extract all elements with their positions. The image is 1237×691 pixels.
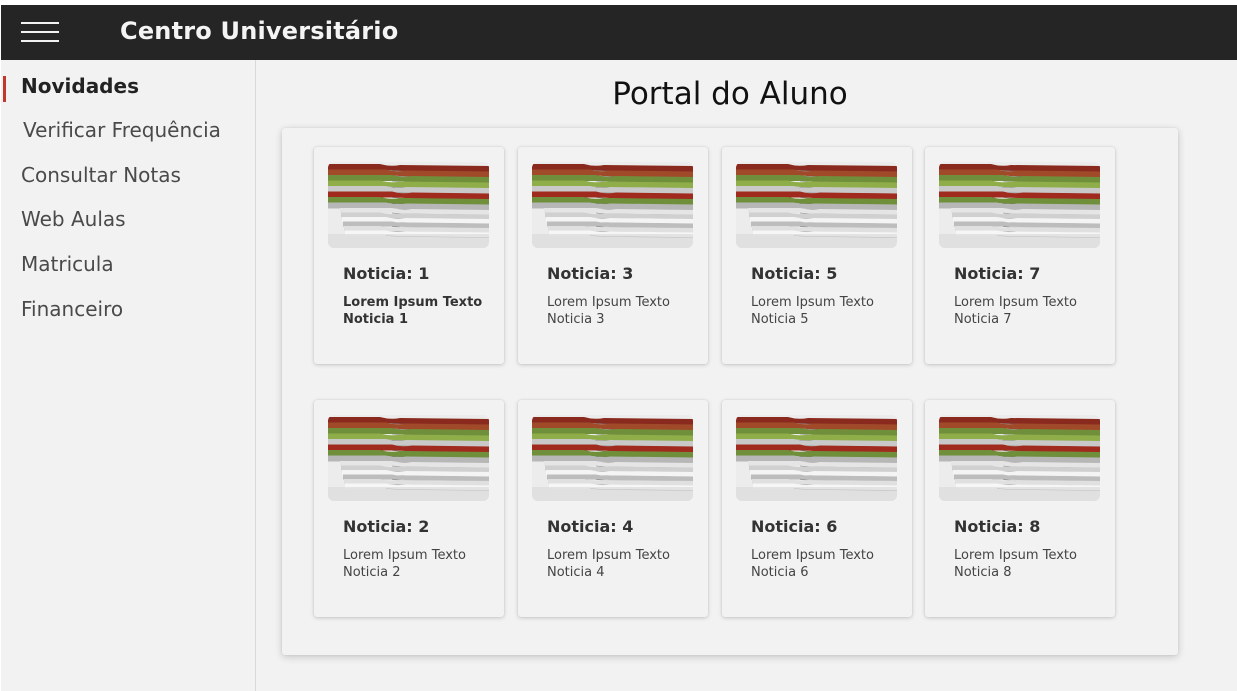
- hamburger-menu-icon[interactable]: [21, 22, 59, 44]
- news-card-text: Lorem Ipsum Texto Noticia 1: [343, 295, 483, 327]
- news-card-title: Noticia: 1: [343, 264, 430, 283]
- news-card-text: Lorem Ipsum Texto Noticia 6: [751, 548, 874, 580]
- newspaper-stack-image: [532, 162, 693, 248]
- sidebar-item-consultar-notas[interactable]: Consultar Notas: [1, 155, 255, 195]
- newspaper-stack-image: [328, 162, 489, 248]
- sidebar: Novidades Verificar Frequência Consultar…: [1, 60, 256, 691]
- news-card-title: Noticia: 6: [751, 517, 838, 536]
- sidebar-item-novidades[interactable]: Novidades: [1, 66, 255, 106]
- news-card[interactable]: Noticia: 4 Lorem Ipsum Texto Noticia 4: [518, 400, 708, 617]
- sidebar-item-label: Consultar Notas: [21, 163, 181, 187]
- app-title: Centro Universitário: [120, 17, 399, 45]
- main-content: Portal do Aluno Noticia: 1 Lorem Ipsum T…: [256, 60, 1237, 691]
- sidebar-item-label: Verificar Frequência: [23, 118, 221, 142]
- news-card-text: Lorem Ipsum Texto Noticia 5: [751, 295, 874, 327]
- news-card-text: Lorem Ipsum Texto Noticia 2: [343, 548, 466, 580]
- news-card[interactable]: Noticia: 1 Lorem Ipsum Texto Noticia 1: [314, 147, 504, 364]
- news-card[interactable]: Noticia: 6 Lorem Ipsum Texto Noticia 6: [722, 400, 912, 617]
- sidebar-item-label: Web Aulas: [21, 207, 126, 231]
- top-app-bar: Centro Universitário: [1, 5, 1237, 60]
- newspaper-stack-image: [736, 162, 897, 248]
- newspaper-stack-image: [736, 415, 897, 501]
- sidebar-item-label: Matricula: [21, 252, 114, 276]
- news-card-text: Lorem Ipsum Texto Noticia 3: [547, 295, 670, 327]
- newspaper-stack-image: [532, 415, 693, 501]
- news-card[interactable]: Noticia: 8 Lorem Ipsum Texto Noticia 8: [925, 400, 1115, 617]
- sidebar-item-matricula[interactable]: Matricula: [1, 244, 255, 284]
- sidebar-item-verificar-frequencia[interactable]: Verificar Frequência: [1, 110, 255, 150]
- page-title: Portal do Aluno: [612, 76, 848, 112]
- news-card[interactable]: Noticia: 5 Lorem Ipsum Texto Noticia 5: [722, 147, 912, 364]
- sidebar-item-web-aulas[interactable]: Web Aulas: [1, 199, 255, 239]
- news-card-title: Noticia: 4: [547, 517, 634, 536]
- news-card-title: Noticia: 2: [343, 517, 430, 536]
- news-card-title: Noticia: 3: [547, 264, 634, 283]
- newspaper-stack-image: [328, 415, 489, 501]
- news-card-text: Lorem Ipsum Texto Noticia 8: [954, 548, 1077, 580]
- news-card-title: Noticia: 8: [954, 517, 1041, 536]
- newspaper-stack-image: [939, 162, 1100, 248]
- news-card[interactable]: Noticia: 2 Lorem Ipsum Texto Noticia 2: [314, 400, 504, 617]
- news-card-title: Noticia: 5: [751, 264, 838, 283]
- newspaper-stack-image: [939, 415, 1100, 501]
- news-card[interactable]: Noticia: 3 Lorem Ipsum Texto Noticia 3: [518, 147, 708, 364]
- news-panel: Noticia: 1 Lorem Ipsum Texto Noticia 1 N…: [282, 128, 1178, 655]
- news-card-title: Noticia: 7: [954, 264, 1041, 283]
- sidebar-item-label: Novidades: [21, 74, 139, 98]
- sidebar-item-label: Financeiro: [21, 297, 124, 321]
- news-card-text: Lorem Ipsum Texto Noticia 7: [954, 295, 1077, 327]
- news-card[interactable]: Noticia: 7 Lorem Ipsum Texto Noticia 7: [925, 147, 1115, 364]
- news-card-text: Lorem Ipsum Texto Noticia 4: [547, 548, 670, 580]
- sidebar-item-financeiro[interactable]: Financeiro: [1, 289, 255, 329]
